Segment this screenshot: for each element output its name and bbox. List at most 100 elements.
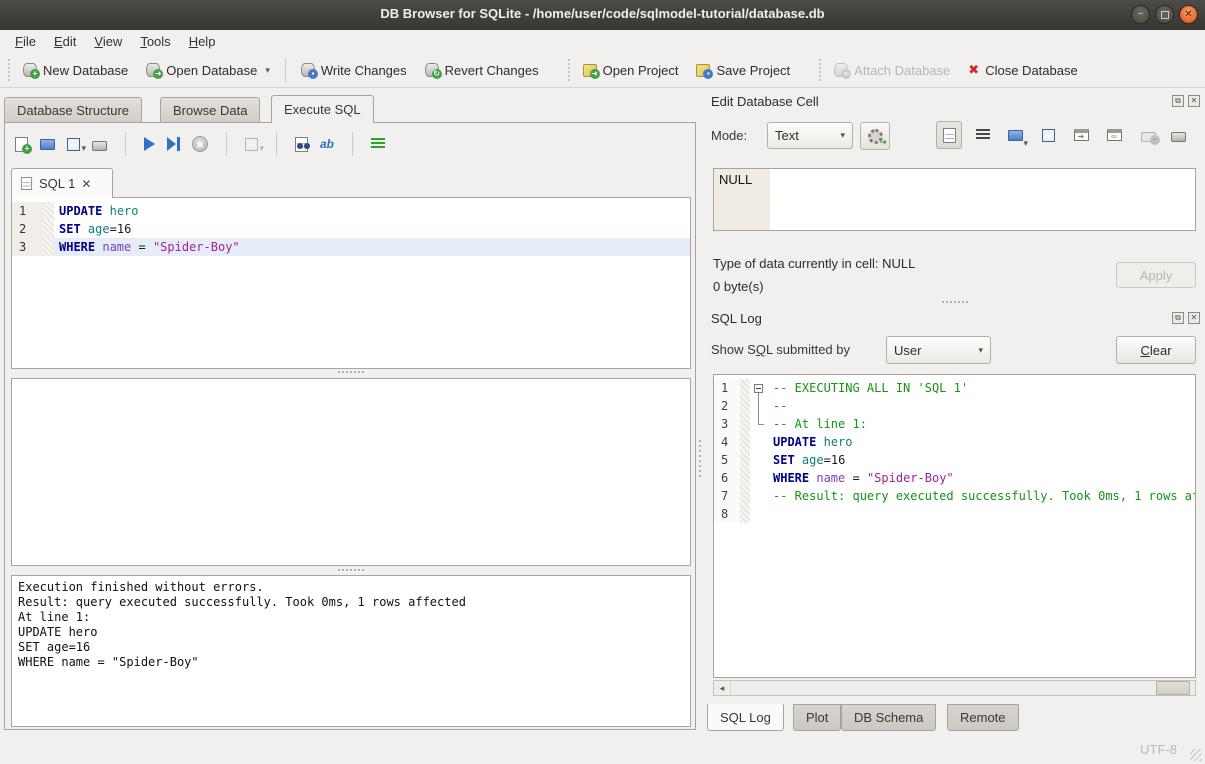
open-external-button[interactable]: ➜ [1068,121,1094,149]
new-sql-tab-button[interactable]: + [15,137,28,152]
clear-log-button[interactable]: Clear [1116,336,1196,364]
minimize-button[interactable]: − [1131,5,1150,24]
open-project-button[interactable]: ➜ Open Project [574,59,688,82]
import-cell-button[interactable]: ▾ [1002,121,1028,149]
save-results-button[interactable]: ▾ [245,138,258,151]
minimize-icon: − [1138,9,1144,20]
save-project-icon: ▪ [696,64,710,77]
open-database-dropdown-icon[interactable]: ▾ [265,65,270,78]
save-sql-file-button[interactable]: ▾ [67,138,80,151]
scroll-left-icon[interactable]: ◂ [714,681,731,695]
log-filter-caret-icon: ▾ [978,345,983,356]
main-panel: Database Structure Browse Data Execute S… [4,95,696,731]
attach-database-button[interactable]: ∞ Attach Database [825,59,959,82]
log-filter-select[interactable]: User ▾ [886,336,991,364]
stop-execution-button[interactable]: ✖ [192,136,208,152]
execution-messages[interactable]: Execution finished without errors. Resul… [11,575,691,727]
open-project-icon: ➜ [583,64,597,77]
link-cell-button[interactable]: ∞ [1101,121,1127,149]
apply-button[interactable]: Apply [1116,262,1196,288]
save-project-button[interactable]: ▪ Save Project [687,59,799,82]
edit-cell-float-icon[interactable]: ⧉ [1172,95,1184,107]
execute-all-button[interactable] [144,137,155,151]
sql-editor[interactable]: 1 UPDATE hero 2 SET age=16 3 WHERE name … [11,197,691,369]
main-toolbar: + New Database ➜ Open Database ▾ ▪ Write… [0,53,1205,88]
bottom-tab-plot[interactable]: Plot [793,704,841,731]
print-sql-button[interactable] [92,141,107,151]
results-messages-splitter[interactable] [11,567,691,573]
cell-size-info: 0 byte(s) [713,279,764,294]
close-button[interactable]: ✕ [1179,5,1198,24]
menu-view[interactable]: View [85,32,131,51]
cell-editor[interactable]: NULL [713,168,1196,231]
log-horizontal-scrollbar[interactable]: ◂ ▸ [713,680,1196,696]
menu-edit[interactable]: Edit [45,32,85,51]
export-cell-button[interactable] [1035,121,1061,149]
auto-apply-button[interactable]: ➜ [860,122,890,150]
cell-value: NULL [719,172,752,187]
edit-cell-close-icon[interactable]: ✕ [1188,95,1200,107]
word-wrap-button[interactable] [371,138,385,150]
panel-splitter[interactable] [697,440,703,480]
menu-help[interactable]: Help [180,32,225,51]
write-changes-button[interactable]: ▪ Write Changes [292,59,416,82]
format-sql-button[interactable]: ab [320,137,334,151]
attach-database-icon: ∞ [834,63,848,77]
scroll-thumb[interactable] [1156,681,1190,695]
close-database-button[interactable]: ✖ Close Database [959,59,1086,82]
mode-select-caret-icon: ▾ [840,130,845,141]
open-database-icon: ➜ [146,63,160,77]
tab-execute-sql[interactable]: Execute SQL [271,95,374,123]
sql-log-float-icon[interactable]: ⧉ [1172,312,1184,324]
new-database-button[interactable]: + New Database [14,59,137,82]
sql-log-header: SQL Log ⧉ ✕ [705,311,1200,329]
bottom-tab-sql-log[interactable]: SQL Log [707,704,784,731]
menu-tools[interactable]: Tools [131,32,179,51]
close-icon: ✕ [1184,9,1192,20]
set-null-button[interactable]: − [1135,121,1161,149]
editor-results-splitter[interactable] [11,369,691,375]
new-database-icon: + [23,63,37,77]
bottom-tab-db-schema[interactable]: DB Schema [841,704,936,731]
dock-splitter[interactable] [713,299,1196,305]
maximize-icon [1161,11,1169,19]
mode-select[interactable]: Text ▾ [767,122,853,149]
tab-browse-data[interactable]: Browse Data [160,97,260,122]
cell-word-wrap-button[interactable] [970,121,996,149]
edit-cell-header: Edit Database Cell ⧉ ✕ [705,92,1200,110]
printer-icon [1171,132,1186,142]
bottom-tab-remote[interactable]: Remote [947,704,1019,731]
text-document-icon [943,128,956,143]
open-database-button[interactable]: ➜ Open Database ▾ [137,59,279,82]
close-database-icon: ✖ [968,63,979,77]
maximize-button[interactable] [1155,5,1174,24]
titlebar: DB Browser for SQLite - /home/user/code/… [0,0,1205,31]
revert-changes-icon: ↻ [425,63,439,77]
sql-file-icon [21,177,32,190]
sql-log-title: SQL Log [711,311,762,326]
cell-type-info: Type of data currently in cell: NULL [713,256,915,271]
external-window-icon: ➜ [1074,129,1089,141]
sql1-tab[interactable]: SQL 1 ✕ [11,168,113,198]
text-mode-toggle[interactable] [936,121,962,149]
menu-file[interactable]: File [6,32,45,51]
execute-current-line-button[interactable] [167,137,180,151]
scroll-track[interactable] [731,681,1178,695]
open-sql-file-button[interactable] [40,139,55,150]
tab-database-structure[interactable]: Database Structure [4,97,142,122]
sql1-tab-close-icon[interactable]: ✕ [81,177,91,191]
sql-log-view[interactable]: 1-- EXECUTING ALL IN 'SQL 1' 2-- 3-- At … [713,374,1196,678]
log-filter-label: Show SQL submitted by [711,342,850,357]
results-grid[interactable] [11,378,691,566]
find-replace-button[interactable] [295,137,308,152]
fold-collapse-icon[interactable] [754,384,763,393]
word-wrap-icon [976,129,990,141]
revert-changes-button[interactable]: ↻ Revert Changes [416,59,548,82]
sql-log-close-icon[interactable]: ✕ [1188,312,1200,324]
save-file-icon [1042,129,1055,142]
resize-grip[interactable] [1190,749,1202,761]
print-cell-button[interactable] [1165,121,1191,149]
link-icon: ∞ [1107,129,1122,141]
sql-toolbar: + ▾ ✖ ▾ ab [15,131,385,157]
set-null-icon: − [1141,132,1156,142]
